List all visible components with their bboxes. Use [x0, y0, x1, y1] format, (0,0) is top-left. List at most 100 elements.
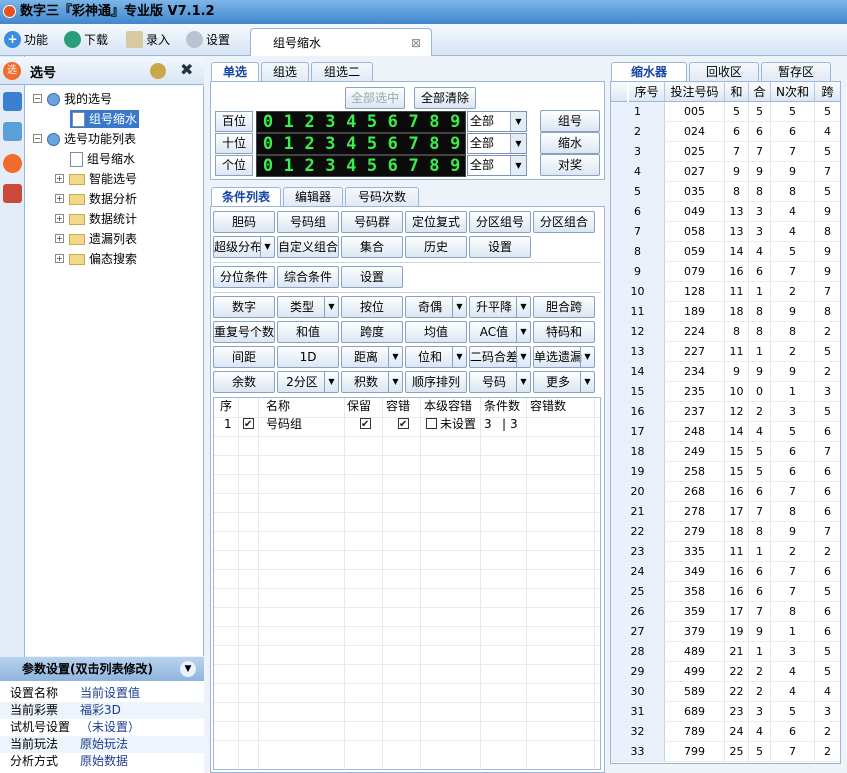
cond-button[interactable]: 设置 [469, 236, 531, 258]
digit-button[interactable]: 4 [342, 157, 360, 175]
expand-toggle-icon[interactable]: − [33, 94, 42, 103]
digit-button[interactable]: 1 [280, 113, 298, 131]
tab[interactable]: 缩水器 [611, 62, 687, 82]
tolerance-checkbox[interactable] [398, 416, 409, 434]
func-button[interactable]: + 功能 [2, 28, 54, 52]
cond-button[interactable]: 均值 [405, 321, 467, 343]
cond-button[interactable]: 奇偶 ▼ [405, 296, 467, 318]
digit-button[interactable]: 3 [321, 157, 339, 175]
digit-button[interactable]: 0 [259, 113, 277, 131]
clear-all-button[interactable]: 全部清除 [414, 87, 476, 109]
digit-button[interactable]: 3 [321, 135, 339, 153]
digit-button[interactable]: 5 [363, 157, 381, 175]
cond-button[interactable]: 二码合差 ▼ [469, 346, 531, 368]
tree-item[interactable]: 组号缩水 [70, 110, 140, 128]
column-header[interactable]: N次和 [771, 82, 815, 102]
select-all-button[interactable]: 全部选中 [345, 87, 405, 109]
digit-button[interactable]: 0 [259, 135, 277, 153]
digit-button[interactable]: 4 [342, 135, 360, 153]
chevron-down-icon[interactable]: ▼ [452, 347, 466, 367]
tab[interactable]: 号码次数 [345, 187, 419, 207]
digit-button[interactable]: 3 [321, 113, 339, 131]
tab[interactable]: 回收区 [689, 62, 759, 82]
chevron-down-icon[interactable]: ▼ [388, 347, 402, 367]
cond-button[interactable]: 单选遗漏 ▼ [533, 346, 595, 368]
cond-button[interactable]: 号码组 [277, 211, 339, 233]
digit-button[interactable]: 7 [405, 157, 423, 175]
chart-icon[interactable] [3, 92, 22, 111]
expand-toggle-icon[interactable]: + [55, 254, 64, 263]
tree-item[interactable]: 选号功能列表 [47, 130, 136, 148]
chevron-down-icon[interactable]: ▼ [516, 297, 530, 317]
param-row[interactable]: 当前彩票 福彩3D [0, 702, 204, 719]
cond-button[interactable]: 超级分布 ▼ [213, 236, 275, 258]
cond-button[interactable]: 距离 ▼ [341, 346, 403, 368]
grid-row[interactable]: 1号码组未设置3|3 [214, 415, 600, 434]
tree-item[interactable]: 组号缩水 [70, 150, 135, 168]
level-checkbox[interactable] [426, 418, 437, 429]
tab[interactable]: 组选 [261, 62, 309, 82]
digit-button[interactable]: 2 [301, 113, 319, 131]
cond-button[interactable]: 按位 [341, 296, 403, 318]
digit-button[interactable]: 8 [425, 157, 443, 175]
chevron-down-icon[interactable]: ▼ [580, 347, 594, 367]
keep-checkbox[interactable] [360, 416, 371, 434]
tree-item[interactable]: 数据统计 [69, 210, 137, 228]
digit-button[interactable]: 9 [446, 135, 464, 153]
gear-icon[interactable] [150, 63, 166, 79]
cond-button[interactable]: 特码和 [533, 321, 595, 343]
column-header[interactable]: 投注号码 [665, 82, 725, 102]
cond-button[interactable]: 2分区 ▼ [277, 371, 339, 393]
column-header[interactable]: 跨 [815, 82, 840, 102]
cond-button[interactable]: 跨度 [341, 321, 403, 343]
digit-button[interactable]: 6 [384, 135, 402, 153]
chevron-down-icon[interactable]: ▼ [510, 156, 526, 175]
tree-item[interactable]: 我的选号 [47, 90, 112, 108]
download-button[interactable]: 下载 [62, 28, 114, 52]
cond-button[interactable]: 数字 [213, 296, 275, 318]
tab[interactable]: 条件列表 [211, 187, 281, 207]
digit-button[interactable]: 8 [425, 113, 443, 131]
param-row[interactable]: 分析方式 原始数据 [0, 753, 204, 770]
side-button[interactable]: 对奖 [540, 154, 600, 176]
settings-button[interactable]: 设置 [184, 28, 236, 52]
cond-button[interactable]: AC值 ▼ [469, 321, 531, 343]
column-header[interactable]: 合 [749, 82, 771, 102]
digit-button[interactable]: 6 [384, 157, 402, 175]
expand-toggle-icon[interactable]: + [55, 234, 64, 243]
cond-button[interactable]: 胆码 [213, 211, 275, 233]
digit-button[interactable]: 5 [363, 135, 381, 153]
digit-button[interactable]: 4 [342, 113, 360, 131]
position-select[interactable]: 全部 ▼ [467, 155, 527, 176]
column-header[interactable]: 序号 [629, 82, 665, 102]
digit-button[interactable]: 8 [425, 135, 443, 153]
digit-button[interactable]: 9 [446, 113, 464, 131]
tab[interactable]: 暂存区 [761, 62, 831, 82]
chevron-down-icon[interactable]: ▼ [516, 347, 530, 367]
cond-button[interactable]: 和值 [277, 321, 339, 343]
chevron-down-icon[interactable]: ▼ [510, 112, 526, 131]
close-icon[interactable]: ✖ [180, 60, 193, 79]
chevron-down-icon[interactable]: ▼ [580, 372, 594, 392]
cond-button[interactable]: 综合条件 [277, 266, 339, 288]
chevron-down-icon[interactable]: ▼ [510, 134, 526, 153]
cond-button[interactable]: 集合 [341, 236, 403, 258]
digit-button[interactable]: 7 [405, 135, 423, 153]
side-button[interactable]: 缩水 [540, 132, 600, 154]
cond-button[interactable]: 胆合跨 [533, 296, 595, 318]
cond-button[interactable]: 号码群 [341, 211, 403, 233]
tab[interactable]: 单选 [211, 62, 259, 82]
param-row[interactable]: 当前玩法 原始玩法 [0, 736, 204, 753]
cond-button[interactable]: 位和 ▼ [405, 346, 467, 368]
cond-button[interactable]: 更多 ▼ [533, 371, 595, 393]
entry-button[interactable]: 录入 [124, 28, 176, 52]
tab[interactable]: 组选二 [311, 62, 373, 82]
tools-icon[interactable] [3, 184, 22, 203]
cond-button[interactable]: 余数 [213, 371, 275, 393]
cond-button[interactable]: 号码 ▼ [469, 371, 531, 393]
cond-button[interactable]: 1D [277, 346, 339, 368]
cond-button[interactable]: 重复号个数 [213, 321, 275, 343]
tree-item[interactable]: 偏态搜索 [69, 250, 137, 268]
cond-button[interactable]: 分区组号 [469, 211, 531, 233]
digit-button[interactable]: 2 [301, 135, 319, 153]
